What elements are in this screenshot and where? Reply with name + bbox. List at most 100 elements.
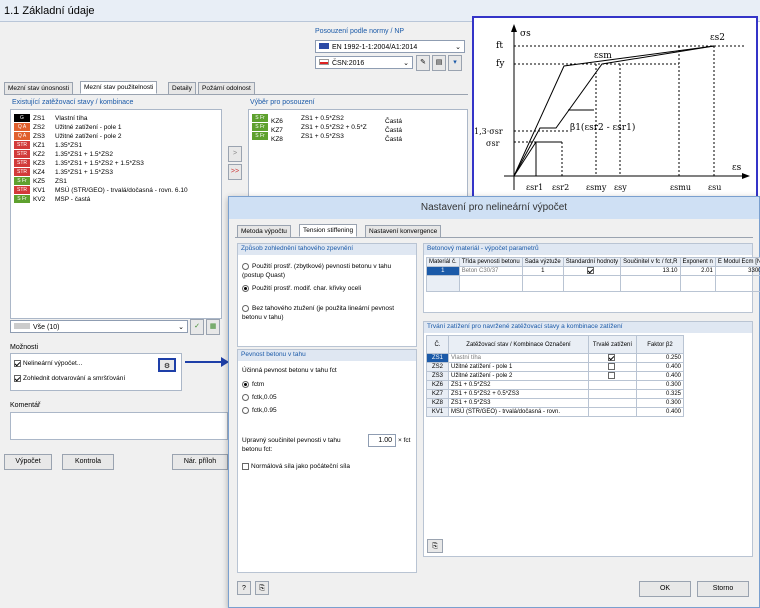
comment-input[interactable] (10, 412, 228, 440)
info-icon[interactable]: ⎘ (255, 581, 269, 595)
row-beta: 0.300 (636, 398, 684, 408)
filter-select[interactable]: Vše (10) ⌄ (10, 320, 188, 333)
factor-input[interactable]: 1.00 (368, 434, 396, 447)
mat-h3: Standardní hodnoty (562, 257, 622, 267)
fctk095-option[interactable]: fctk,0.95 (242, 406, 277, 415)
list-item[interactable]: Q A ZS3 Užitné zatížení - pole 2 (14, 132, 121, 141)
list-item[interactable]: G ZS1 Vlastní tíha (14, 114, 88, 123)
item-id: KZ5 (33, 178, 45, 185)
table-icon[interactable]: ▤ (432, 55, 446, 71)
normal-force-option[interactable]: Normálová síla jako počáteční síla (242, 462, 350, 471)
diagram-x-label: εsr1 (526, 183, 543, 192)
diagram-x-label: εsy (614, 183, 627, 192)
method-label: Způsob zohlednění tahového zpevnění (238, 244, 416, 255)
row-beta: 0.300 (636, 380, 684, 390)
dur-h0: Č. (426, 335, 449, 354)
table-row[interactable]: 1Beton C30/37113.102.0133000.000 (426, 266, 760, 276)
row-id: KZ8 (426, 398, 449, 408)
table-row[interactable]: KZ7 ZS1 + 0.5*ZS2 + 0.5*ZS3 0.325 (426, 389, 684, 399)
item-text: Užitné zatížení - pole 1 (55, 124, 122, 131)
row-id: ZS3 (426, 371, 449, 381)
row-id: ZS2 (426, 362, 449, 372)
creep-option[interactable]: Zohlednit dotvarování a smršťování (14, 374, 125, 383)
comment-label: Komentář (10, 402, 41, 409)
row-id: KZ7 (426, 389, 449, 399)
existing-label: Existující zatěžovací stavy / kombinace (12, 99, 134, 106)
method-option-steel[interactable]: Použití prostř. modif. char. křivky ocel… (242, 284, 361, 293)
annex-select[interactable]: ČSN:2016 ⌄ (315, 56, 413, 69)
row-beta: 0.325 (636, 389, 684, 399)
list-item[interactable]: S Fr KZ8 ZS1 + 0.5*ZS3 Častá (252, 132, 402, 143)
list-item[interactable]: S Fr KZ7 ZS1 + 0.5*ZS2 + 0.5*Z Častá (252, 123, 402, 134)
permanent-checkbox[interactable] (608, 354, 615, 362)
item-type: Častá (385, 136, 402, 143)
mat-h0: Materiál č. (426, 257, 460, 267)
diagram-es-label: εs (732, 163, 742, 173)
material-label: Betonový materiál - výpočet parametrů (424, 244, 752, 255)
mat-h6: E Modul Ecm [N/mm²] (714, 257, 760, 267)
item-text: ZS1 + 0.5*ZS3 (301, 133, 344, 140)
list-item[interactable]: STR KZ1 1.35*ZS1 (14, 141, 82, 150)
annex-button[interactable]: Nár. příloh (172, 454, 228, 470)
list-item[interactable]: STR KZ4 1.35*ZS1 + 1.5*ZS3 (14, 168, 113, 177)
options-label: Možnosti (10, 344, 39, 351)
diagram-sigma-label: σs (520, 29, 531, 39)
list-item[interactable]: S Fr KZ6 ZS1 + 0.5*ZS2 Častá (252, 114, 402, 125)
item-id: KZ8 (271, 136, 283, 143)
calc-button[interactable]: Výpočet (4, 454, 52, 470)
item-text: 1.35*ZS1 + 1.5*ZS2 (55, 151, 113, 158)
ok-button[interactable]: OK (639, 581, 691, 597)
item-id: KV2 (33, 196, 46, 203)
tab-sls[interactable]: Mezní stav použitelnosti (80, 81, 158, 94)
type-badge: S Fr (14, 177, 30, 185)
table-row[interactable]: KV1 MSÚ (STR/GEO) - trvalá/dočasná - rovn… (426, 407, 684, 417)
row-beta: 0.400 (636, 371, 684, 381)
list-item[interactable]: S Fr KZ5 ZS1 (14, 177, 67, 186)
nonlinear-option[interactable]: Nelineární výpočet... (14, 359, 82, 368)
diagram-x-label: εsr2 (552, 183, 569, 192)
duration-label: Trvání zatížení pro navržené zatěžovací … (424, 322, 752, 333)
table-row[interactable]: KZ8 ZS1 + 0.5*ZS3 0.300 (426, 398, 684, 408)
list-item[interactable]: STR KV1 MSÚ (STR/GEO) - trvalá/dočasná - r… (14, 186, 188, 195)
list-item[interactable]: S Fr KV2 MSP - častá (14, 195, 90, 204)
type-badge: S Fr (252, 114, 268, 122)
factor-unit: × fct (398, 437, 411, 444)
table-row[interactable]: KZ6 ZS1 + 0.5*ZS2 0.300 (426, 380, 684, 390)
select-all-icon[interactable]: ✓ (190, 319, 204, 335)
list-item[interactable]: STR KZ3 1.35*ZS1 + 1.5*ZS2 + 1.5*ZS3 (14, 159, 144, 168)
check-button[interactable]: Kontrola (62, 454, 114, 470)
tab-tension-stiffening[interactable]: Tension stiffening (299, 224, 358, 237)
list-item[interactable]: STR KZ2 1.35*ZS1 + 1.5*ZS2 (14, 150, 113, 159)
filter-icon[interactable]: ▾ (448, 55, 462, 71)
settings-icon[interactable]: ⚙ (158, 358, 176, 372)
fctm-option[interactable]: fctm (242, 380, 264, 389)
permanent-checkbox[interactable] (608, 363, 615, 371)
help-icon[interactable]: ? (237, 581, 251, 595)
item-text: ZS1 + 0.5*ZS2 + 0.5*Z (301, 124, 367, 131)
permanent-checkbox[interactable] (608, 372, 615, 380)
type-badge: STR (14, 186, 30, 194)
export-icon[interactable]: ⎘ (427, 539, 443, 553)
table-row[interactable]: ZS3 Užitné zatížení - pole 2 0.400 (426, 371, 684, 381)
item-text: 1.35*ZS1 + 1.5*ZS3 (55, 169, 113, 176)
grid-icon[interactable]: ▦ (206, 319, 220, 335)
item-id: KZ2 (33, 151, 45, 158)
cancel-button[interactable]: Storno (697, 581, 749, 597)
item-id: KZ3 (33, 160, 45, 167)
table-row[interactable]: ZS2 Užitné zatížení - pole 1 0.400 (426, 362, 684, 372)
list-item[interactable]: Q A ZS2 Užitné zatížení - pole 1 (14, 123, 121, 132)
edit-icon[interactable]: ✎ (416, 55, 430, 71)
diagram-svg: σs ft fy εsm εs2 1,3·σsr σsr β1(εsr2 - ε… (474, 24, 750, 192)
method-option-none[interactable]: Bez tahového ztužení (je použita lineárn… (242, 304, 412, 322)
existing-list[interactable]: G ZS1 Vlastní tíha Q A ZS2 Užitné zatížení - … (10, 109, 222, 319)
method-option-quast[interactable]: Použití prostř. (zbytkové) pevnosti beto… (242, 262, 412, 280)
fctk005-option[interactable]: fctk,0.05 (242, 393, 277, 402)
add-all-button[interactable]: >> (228, 164, 242, 180)
options-panel: Nelineární výpočet... Zohlednit dotvarov… (10, 353, 182, 391)
add-button[interactable]: > (228, 146, 242, 162)
row-name: Vlastní tíha (448, 353, 589, 363)
table-row[interactable]: ZS1 Vlastní tíha 0.250 (426, 353, 684, 363)
row-beta: 0.400 (636, 407, 684, 417)
diagram-esm-label: εsm (594, 51, 612, 61)
standard-select[interactable]: EN 1992-1-1:2004/A1:2014 ⌄ (315, 40, 465, 53)
